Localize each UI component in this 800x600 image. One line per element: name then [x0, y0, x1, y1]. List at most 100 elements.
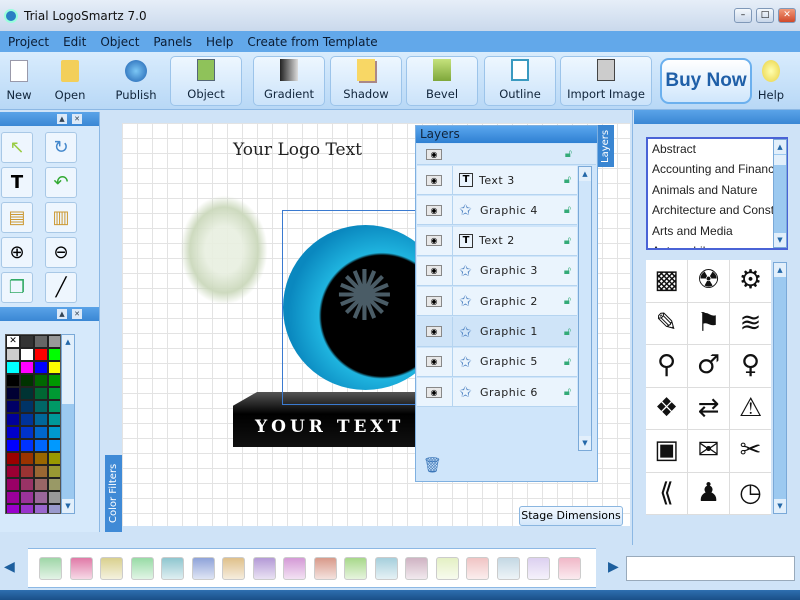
- color-swatch[interactable]: [6, 361, 20, 374]
- layer-row[interactable]: ◉ ✩ Graphic 1 🔓︎: [417, 317, 577, 347]
- color-swatch[interactable]: [34, 374, 48, 387]
- category-item[interactable]: Arts and Media: [648, 221, 786, 241]
- color-swatch[interactable]: [6, 452, 20, 465]
- color-swatch[interactable]: [34, 491, 48, 504]
- color-swatch[interactable]: [48, 400, 60, 413]
- symbol-item-icon[interactable]: ⚙: [730, 260, 771, 302]
- rotate-tool-icon[interactable]: ↻: [45, 132, 77, 163]
- category-list[interactable]: Abstract Accounting and Finance Animals an…: [646, 137, 788, 250]
- eye-icon[interactable]: ◉: [426, 204, 442, 216]
- import-image-button[interactable]: Import Image: [560, 56, 652, 106]
- color-swatch[interactable]: [34, 361, 48, 374]
- filter-swatch[interactable]: [100, 556, 123, 580]
- symbol-item-icon[interactable]: ▩: [646, 260, 687, 302]
- color-swatch[interactable]: [34, 348, 48, 361]
- color-swatch[interactable]: [48, 335, 60, 348]
- eye-icon[interactable]: ◉: [426, 235, 442, 247]
- color-swatch[interactable]: [20, 478, 34, 491]
- maximize-button[interactable]: □: [756, 8, 774, 23]
- eye-icon[interactable]: ◉: [426, 386, 442, 398]
- help-button[interactable]: Help: [754, 56, 788, 106]
- filter-swatch[interactable]: [222, 556, 245, 580]
- eye-icon[interactable]: ◉: [426, 356, 442, 368]
- graphic-scorpion-faded[interactable]: [180, 195, 268, 305]
- color-swatch[interactable]: [34, 400, 48, 413]
- scroll-down-icon[interactable]: ▼: [62, 499, 74, 513]
- bring-forward-icon[interactable]: ▤: [1, 202, 33, 233]
- filter-swatch[interactable]: [313, 556, 337, 580]
- menu-panels[interactable]: Panels: [153, 35, 192, 49]
- eye-icon[interactable]: ◉: [426, 326, 442, 337]
- lock-icon[interactable]: 🔓︎: [564, 264, 571, 278]
- select-tool-icon[interactable]: ↖: [1, 132, 33, 163]
- open-button[interactable]: Open: [48, 56, 92, 106]
- lock-icon[interactable]: 🔓︎: [564, 325, 571, 339]
- color-swatch[interactable]: [48, 439, 60, 452]
- scroll-down-icon[interactable]: ▼: [774, 499, 786, 513]
- symbol-item-icon[interactable]: ⚑: [688, 302, 729, 344]
- color-swatch[interactable]: [20, 348, 34, 361]
- filter-swatch[interactable]: [191, 556, 215, 580]
- symbol-item-icon[interactable]: ✂: [730, 430, 771, 472]
- color-swatch[interactable]: [48, 413, 60, 426]
- symbol-item-icon[interactable]: ⚲: [646, 345, 687, 387]
- filter-swatch[interactable]: [252, 556, 276, 580]
- category-item[interactable]: Architecture and Construction: [648, 200, 786, 220]
- scroll-right-icon[interactable]: ▶: [608, 559, 619, 575]
- scroll-down-icon[interactable]: ▼: [774, 233, 786, 247]
- color-swatch[interactable]: [48, 504, 60, 513]
- menu-object[interactable]: Object: [100, 35, 139, 49]
- eye-icon[interactable]: ◉: [426, 174, 442, 186]
- eye-icon[interactable]: ◉: [426, 148, 442, 160]
- palette-scrollbar[interactable]: ▲ ▼: [61, 334, 75, 514]
- collapse-button[interactable]: ▲: [57, 309, 67, 319]
- category-item[interactable]: Accounting and Finance: [648, 159, 786, 179]
- color-swatch[interactable]: [20, 400, 34, 413]
- collapse-button[interactable]: ▲: [57, 114, 67, 124]
- logo-text[interactable]: Your Logo Text: [233, 140, 362, 160]
- lock-icon[interactable]: 🔓︎: [564, 355, 571, 369]
- menu-help[interactable]: Help: [206, 35, 233, 49]
- scroll-left-icon[interactable]: ◀: [4, 559, 15, 575]
- menu-project[interactable]: Project: [8, 35, 49, 49]
- layer-row[interactable]: ◉ T Text 2 🔓︎: [417, 226, 577, 256]
- color-swatch[interactable]: [48, 348, 60, 361]
- color-swatch[interactable]: [6, 439, 20, 452]
- close-panel-button[interactable]: ✕: [72, 309, 82, 319]
- undo-tool-icon[interactable]: ↶: [45, 167, 77, 198]
- color-swatch[interactable]: [6, 426, 20, 439]
- color-swatch[interactable]: [6, 504, 20, 513]
- color-swatch[interactable]: [6, 478, 20, 491]
- layer-row[interactable]: ◉ T Text 3 🔓︎: [417, 165, 577, 195]
- color-filters-tab[interactable]: Color Filters: [105, 455, 122, 532]
- text-tool-icon[interactable]: T: [1, 167, 33, 198]
- symbol-item-icon[interactable]: ⚠: [730, 387, 771, 429]
- scroll-thumb[interactable]: [774, 155, 786, 165]
- category-scrollbar[interactable]: ▲ ▼: [773, 139, 787, 248]
- lock-icon[interactable]: 🔓︎: [564, 294, 571, 308]
- filter-swatch[interactable]: [161, 556, 184, 580]
- category-item[interactable]: Animals and Nature: [648, 180, 786, 200]
- lock-icon[interactable]: 🔓︎: [564, 173, 571, 187]
- lock-icon[interactable]: 🔓︎: [565, 147, 572, 161]
- filter-swatch[interactable]: [283, 556, 306, 580]
- color-swatch[interactable]: [34, 465, 48, 478]
- bevel-button[interactable]: Bevel: [406, 56, 478, 106]
- scroll-thumb[interactable]: [62, 349, 74, 404]
- filter-swatch[interactable]: [39, 556, 62, 580]
- category-item[interactable]: Automobiles: [648, 241, 786, 248]
- color-swatch[interactable]: [20, 439, 34, 452]
- symbol-item-icon[interactable]: ⇄: [688, 387, 729, 429]
- object-button[interactable]: Object: [170, 56, 242, 106]
- symbol-item-icon[interactable]: ♟: [688, 472, 729, 514]
- color-swatch[interactable]: [34, 504, 48, 513]
- bottom-text-input[interactable]: [626, 556, 795, 581]
- buy-now-button[interactable]: Buy Now: [660, 58, 752, 104]
- color-swatch[interactable]: [48, 478, 60, 491]
- layers-scrollbar[interactable]: ▲ ▼: [578, 166, 592, 451]
- filter-swatch[interactable]: [374, 556, 398, 580]
- color-swatch[interactable]: [6, 465, 20, 478]
- banner-text[interactable]: YOUR TEXT: [255, 417, 404, 437]
- color-swatch[interactable]: [20, 413, 34, 426]
- symbol-item-icon[interactable]: ⟪: [646, 472, 687, 514]
